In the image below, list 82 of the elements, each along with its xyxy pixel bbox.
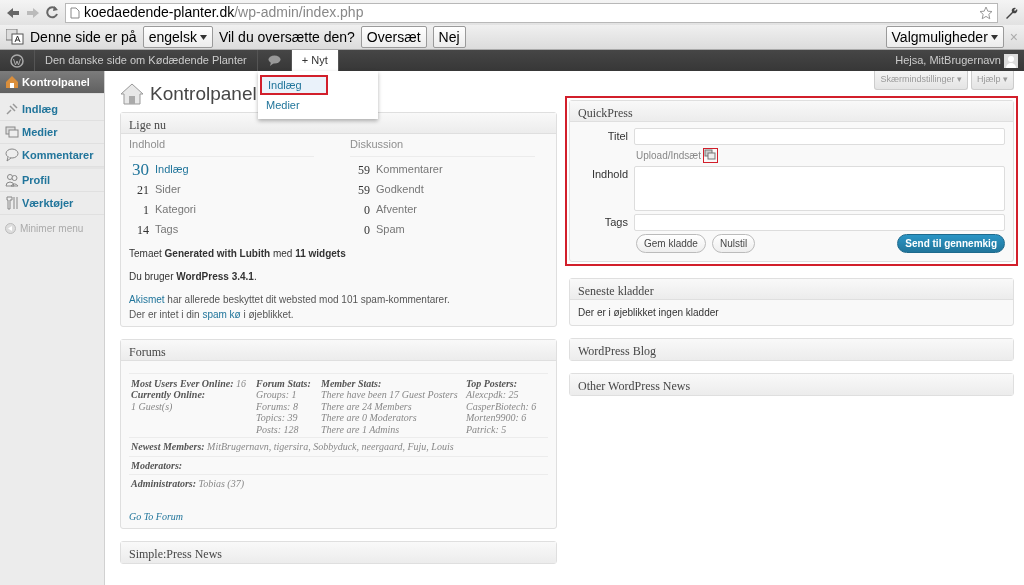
secondary-button[interactable]: Nulstil (711, 234, 756, 253)
field-label: Indhold (590, 167, 628, 182)
translate-button[interactable]: Oversæt (360, 26, 427, 48)
count-link[interactable]: Tags (155, 221, 179, 238)
menu-item[interactable]: Medier (258, 95, 378, 115)
forum-stat: There have been 17 Guest Posters (321, 389, 459, 401)
forum-stat: Topics: 39 (256, 412, 299, 424)
sidebar-item[interactable]: Profil (0, 169, 104, 192)
forum-stat: There are 24 Members (321, 400, 413, 412)
forum-stat: Patrick: 5 (466, 423, 508, 435)
sidebar-item[interactable]: Kommentarer (0, 144, 104, 167)
count: 14 (136, 221, 149, 239)
page-title: Kontrolpanel (150, 81, 257, 106)
version-info: Du bruger WordPress 3.4.1. (129, 269, 258, 284)
field-label: Titel (606, 129, 628, 144)
new-menu-button[interactable]: + Nyt (291, 50, 339, 71)
count-link[interactable]: Kommentarer (376, 161, 443, 178)
submit-button[interactable]: Send til gennemkig (897, 234, 1005, 253)
sidebar-item[interactable]: Medier (0, 121, 104, 144)
forum-stat: Alexcpdk: 25 (466, 389, 520, 401)
drafts-message: Der er i øjeblikket ingen kladder (577, 306, 720, 320)
forum-info: Administrators: Tobias (37) (129, 474, 548, 493)
count-link[interactable]: Afventer (376, 201, 417, 218)
forum-stat: Morten9900: 6 (466, 412, 528, 424)
forum-stat: Most Users Ever Online: 16 (131, 377, 247, 389)
url-text: koedaedende-planter.dk/wp-admin/index.php (84, 3, 364, 22)
count-link[interactable]: Indlæg (155, 161, 189, 178)
forum-stat: Groups: 1 (256, 389, 298, 401)
address-bar[interactable]: koedaedende-planter.dk/wp-admin/index.php (65, 2, 998, 23)
forum-stat: There are 0 Moderators (321, 412, 418, 424)
forum-stat: Currently Online: (131, 389, 207, 401)
forum-stat: Top Posters: (466, 377, 519, 389)
panel-title: Simple:Press News (121, 542, 556, 563)
count: 1 (142, 201, 149, 219)
count: 30 (131, 158, 149, 181)
akismet-message: Der er intet i din spam kø i øjeblikket. (129, 307, 295, 322)
panel-title: Seneste kladder (570, 279, 1013, 300)
count: 0 (363, 221, 370, 239)
panel-title: Other WordPress News (570, 374, 1013, 395)
count: 21 (136, 181, 149, 199)
forum-stat: Forum Stats: (256, 377, 312, 389)
forum-info: Newest Members: MitBrugernavn, tigersira, Sobbyduck, neergaard, Fuju, Louis (129, 437, 548, 456)
menu-item[interactable]: Indlæg (260, 75, 328, 95)
forum-stat: There are 1 Admins (321, 423, 401, 435)
panel-title: Forums (121, 339, 556, 361)
forum-link[interactable]: Go To Forum (129, 510, 184, 522)
upload-label: Upload/Indsæt (636, 149, 702, 163)
inline-link[interactable]: spam kø (202, 308, 241, 320)
translate-button[interactable]: Nej (432, 26, 466, 48)
count-link[interactable]: Kategori (155, 201, 196, 218)
forum-stat: Member Stats: (321, 377, 383, 389)
forum-stat: 1 Guest(s) (131, 400, 174, 412)
sidebar-item[interactable]: Værktøjer (0, 192, 104, 215)
count-link[interactable]: Sider (155, 181, 181, 198)
sidebar-item[interactable]: Indlæg (0, 98, 104, 121)
inline-link[interactable]: Akismet (129, 293, 165, 305)
forum-info: Moderators: (129, 455, 548, 474)
theme-info: Temaet Generated with Lubith med 11 widgets (129, 246, 347, 261)
count-link[interactable]: Spam (376, 221, 405, 238)
language-select[interactable]: engelsk (142, 26, 213, 48)
count: 0 (363, 201, 370, 219)
count: 59 (357, 181, 370, 199)
options-select[interactable]: Valgmuligheder (885, 26, 1004, 48)
panel-title: Lige nu (121, 113, 556, 134)
dropdown-tab[interactable]: Hjælp ▾ (971, 71, 1014, 90)
column-heading: Diskussion (350, 136, 535, 157)
akismet-message: Akismet har allerede beskyttet dit websted mod 101 spam-kommentarer. (129, 292, 451, 307)
forum-stat: Forums: 8 (256, 400, 299, 412)
secondary-button[interactable]: Gem kladde (636, 234, 706, 253)
dropdown-tab[interactable]: Skærmindstillinger ▾ (874, 71, 968, 90)
translate-question: Vil du oversætte den? (218, 27, 355, 47)
greeting-link[interactable]: Hejsa, MitBrugernavn (895, 52, 1001, 69)
count-link[interactable]: Godkendt (376, 181, 424, 198)
column-heading: Indhold (129, 136, 314, 157)
panel-title: WordPress Blog (570, 339, 1013, 360)
panel-title: QuickPress (570, 101, 1013, 122)
count: 59 (357, 161, 370, 179)
field-label: Tags (603, 215, 628, 230)
sidebar-item[interactable]: Kontrolpanel (0, 71, 104, 94)
forum-stat: Posts: 128 (256, 423, 300, 435)
translate-message: Denne side er på (30, 27, 137, 47)
forum-stat: CasperBiotech: 6 (466, 400, 538, 412)
